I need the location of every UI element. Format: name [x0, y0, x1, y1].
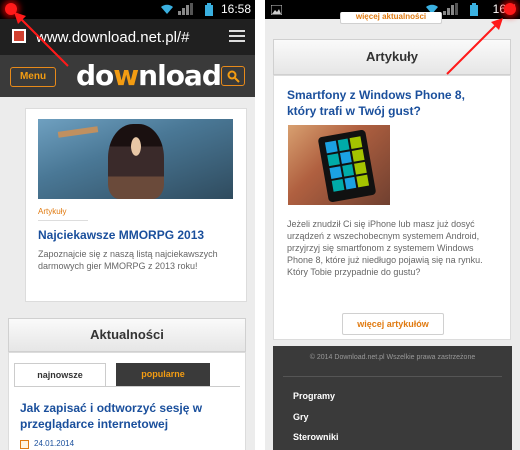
- article-title[interactable]: Smartfony z Windows Phone 8, który trafi…: [287, 87, 497, 119]
- battery-icon: [205, 3, 213, 19]
- tab-underline: [14, 386, 240, 387]
- screenshot-stage: 16:58 www.download.net.pl/# Menu downloa…: [0, 0, 520, 450]
- clock: 16:58: [220, 2, 251, 16]
- news-item-date: 24.01.2014: [34, 439, 75, 448]
- more-news-button[interactable]: więcej aktualności: [340, 12, 442, 24]
- article-excerpt: Zapoznajcie się z naszą listą najciekaws…: [38, 249, 218, 271]
- article-title[interactable]: Najciekawsze MMORPG 2013: [38, 228, 204, 242]
- article-category[interactable]: Artykuły: [38, 207, 66, 216]
- more-articles-button[interactable]: więcej artykułów: [342, 313, 444, 335]
- tab-newest[interactable]: najnowsze: [14, 363, 106, 386]
- signal-icon: [178, 3, 200, 18]
- footer-link-games[interactable]: Gry: [293, 412, 309, 422]
- site-logo[interactable]: download: [76, 59, 222, 92]
- search-icon: [227, 70, 240, 83]
- divider: [38, 220, 88, 221]
- news-heading: Aktualności: [8, 318, 246, 352]
- image-notification-icon: [270, 4, 283, 18]
- calendar-icon: [20, 440, 29, 449]
- search-button[interactable]: [221, 66, 245, 86]
- wifi-icon: [160, 3, 174, 18]
- tab-popular[interactable]: popularne: [116, 363, 210, 386]
- article-excerpt: Jeżeli znudził Ci się iPhone lub masz ju…: [287, 219, 483, 277]
- article-image[interactable]: [38, 119, 233, 199]
- copyright-text: © 2014 Download.net.pl Wszelkie prawa za…: [309, 354, 476, 361]
- footer-divider: [283, 376, 502, 377]
- hamburger-menu-icon[interactable]: [229, 30, 245, 43]
- footer-link-drivers[interactable]: Sterowniki: [293, 432, 339, 442]
- article-image[interactable]: [288, 125, 390, 205]
- right-phone-screen: 16:5 więcej aktualności Artykuły Smartfo…: [265, 0, 520, 450]
- red-arrow-icon: [446, 18, 503, 75]
- site-footer: © 2014 Download.net.pl Wszelkie prawa za…: [273, 346, 512, 450]
- red-arrow-icon: [14, 12, 69, 67]
- news-item-title[interactable]: Jak zapisać i odtworzyć sesję w przegląd…: [20, 400, 230, 432]
- footer-link-programs[interactable]: Programy: [293, 391, 335, 401]
- menu-button[interactable]: Menu: [10, 67, 56, 87]
- left-phone-screen: 16:58 www.download.net.pl/# Menu downloa…: [0, 0, 255, 450]
